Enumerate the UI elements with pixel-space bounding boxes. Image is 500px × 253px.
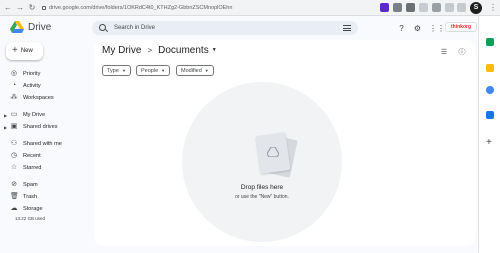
list-view-icon[interactable]: ☰ [440, 49, 448, 57]
new-button-label: New [20, 48, 33, 54]
sidebar-item-shared-with-me[interactable]: ⚇ Shared with me [10, 139, 62, 149]
breadcrumb-separator-icon: > [147, 46, 153, 55]
puzzle-icon[interactable] [432, 3, 441, 12]
sidebar-item-label: Shared with me [23, 141, 62, 147]
breadcrumb-current-folder[interactable]: Documents [158, 45, 209, 56]
sidebar-item-priority[interactable]: ◎ Priority [10, 69, 40, 79]
workspaces-icon: ⁂ [10, 94, 18, 101]
plus-icon: + [12, 45, 18, 56]
new-button[interactable]: + New [6, 42, 43, 60]
filter-label: Type [107, 68, 119, 74]
main-panel: My Drive > Documents ▼ ☰ ⓘ Type ▼ People ▼ Mo… [94, 40, 476, 246]
sidebar-item-label: Shared drives [23, 124, 58, 130]
sidebar-item-spam[interactable]: ⊘ Spam [10, 180, 38, 190]
sidebar-item-starred[interactable]: ☆ Starred [10, 163, 41, 173]
chevron-down-icon[interactable]: ▼ [212, 47, 217, 53]
sidebar-item-activity[interactable]: ◔ Activity [10, 81, 41, 91]
storage-used-text: 13.22 GB used [15, 216, 46, 221]
add-app-icon[interactable]: + [486, 138, 492, 148]
address-bar[interactable]: drive.google.com/drive/folders/1OKRdC4t0… [42, 3, 362, 13]
sidebar-item-storage[interactable]: ☁ Storage [10, 204, 43, 214]
shared-drives-icon: ▣ [10, 123, 18, 130]
org-logo[interactable]: thinkorg [445, 22, 477, 32]
sidebar-item-label: Starred [23, 165, 42, 171]
sidebar-item-trash[interactable]: 🗑 Trash [10, 192, 37, 202]
chevron-down-icon: ▼ [121, 68, 126, 73]
drive-outline-icon [267, 147, 279, 157]
search-icon[interactable] [99, 24, 106, 31]
keep-icon[interactable] [486, 64, 494, 72]
sidebar-toggle-icon[interactable] [445, 3, 454, 12]
check-circle-icon: ◎ [10, 70, 18, 77]
info-icon[interactable]: ⓘ [458, 49, 466, 57]
back-icon[interactable]: ← [3, 3, 13, 13]
filter-label: Modified [181, 68, 202, 74]
search-bar[interactable]: Search in Drive [92, 21, 358, 35]
sidebar-item-label: Recent [23, 153, 41, 159]
sidebar-item-shared-drives[interactable]: ▣ Shared drives [10, 122, 58, 132]
people-icon: ⚇ [10, 140, 18, 147]
spam-icon: ⊘ [11, 181, 17, 188]
lock-icon [42, 5, 46, 10]
clock-icon: ◷ [10, 152, 18, 159]
sidebar-item-label: Workspaces [23, 95, 54, 101]
breadcrumb: My Drive > Documents ▼ [102, 45, 217, 56]
forward-icon[interactable]: → [15, 3, 25, 13]
extension-icon[interactable] [380, 3, 389, 12]
activity-icon: ◔ [11, 82, 17, 89]
reload-icon[interactable]: ↻ [27, 3, 37, 13]
sidebar-item-label: Spam [23, 182, 38, 188]
sidebar-item-label: Activity [23, 83, 41, 89]
filter-people-chip[interactable]: People ▼ [136, 65, 171, 76]
sidebar-item-label: My Drive [23, 112, 46, 118]
extension-icon[interactable] [406, 3, 415, 12]
trash-icon: 🗑 [10, 193, 19, 200]
sidebar-item-label: Priority [23, 71, 41, 77]
drop-files-title: Drop files here [240, 184, 284, 191]
chevron-down-icon: ▼ [161, 68, 166, 73]
my-drive-icon: ▭ [10, 111, 18, 118]
profile-avatar[interactable]: S [470, 2, 482, 14]
sidebar-item-label: Storage [23, 206, 43, 212]
url-text: drive.google.com/drive/folders/1OKRdC4t0… [49, 5, 233, 11]
sheets-icon[interactable] [486, 38, 494, 46]
apps-grid-icon[interactable]: ⋮⋮ [429, 24, 445, 33]
sidebar-item-recent[interactable]: ◷ Recent [10, 151, 41, 161]
contacts-icon[interactable] [486, 111, 494, 119]
extension-icon[interactable] [393, 3, 402, 12]
drop-files-subtitle: or use the "New" button. [235, 194, 289, 200]
search-input[interactable]: Search in Drive [114, 21, 155, 35]
drive-logo-icon [10, 21, 24, 33]
expand-caret-icon[interactable]: ▶ [4, 113, 7, 118]
cloud-icon: ☁ [10, 205, 18, 212]
drive-app: Drive Search in Drive ? ⚙ ⋮⋮ thinkorg + … [0, 16, 478, 253]
star-icon: ☆ [10, 164, 18, 171]
filter-type-chip[interactable]: Type ▼ [102, 65, 131, 76]
kebab-menu-icon[interactable]: ⋮ [488, 3, 498, 13]
sidebar-item-workspaces[interactable]: ⁂ Workspaces [10, 93, 54, 103]
sidebar-item-label: Trash [23, 194, 38, 200]
drive-logo-text: Drive [28, 21, 52, 33]
breadcrumb-my-drive[interactable]: My Drive [102, 45, 141, 56]
drive-logo[interactable]: Drive [10, 21, 51, 33]
tasks-icon[interactable] [486, 86, 494, 94]
filter-label: People [141, 68, 159, 74]
filter-modified-chip[interactable]: Modified ▼ [176, 65, 214, 76]
settings-icon[interactable]: ⚙ [413, 24, 422, 33]
side-panel-rail: + [478, 16, 500, 253]
search-options-icon[interactable] [343, 25, 351, 31]
chevron-down-icon: ▼ [204, 68, 209, 73]
tab-icon[interactable] [457, 3, 466, 12]
browser-toolbar: ← → ↻ drive.google.com/drive/folders/1OK… [0, 0, 500, 16]
sidebar-item-my-drive[interactable]: ▭ My Drive [10, 110, 45, 120]
expand-caret-icon[interactable]: ▶ [4, 125, 7, 130]
extension-icon[interactable] [419, 3, 428, 12]
help-icon[interactable]: ? [397, 24, 406, 33]
